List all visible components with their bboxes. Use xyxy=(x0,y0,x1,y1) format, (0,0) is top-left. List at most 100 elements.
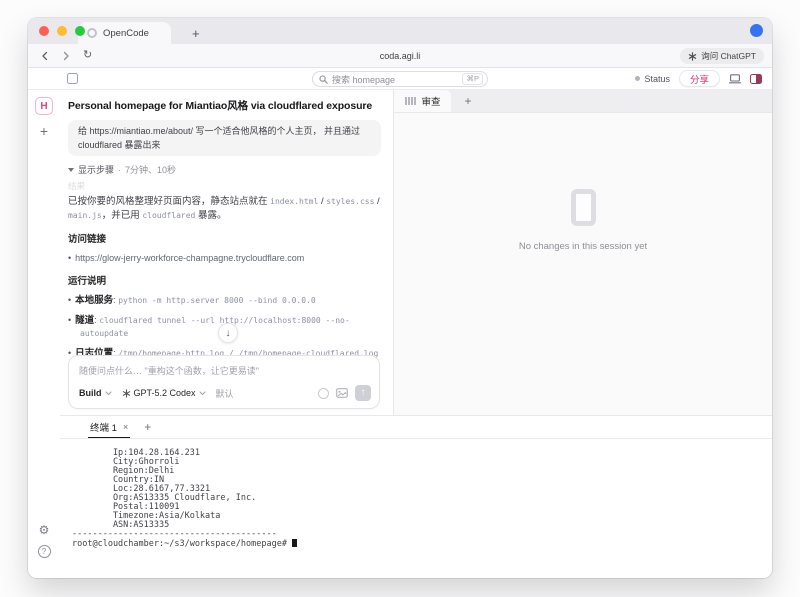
laptop-icon[interactable] xyxy=(729,74,741,84)
run-item-local-server: •本地服务: python -m http.server 8000 --bind… xyxy=(68,294,381,307)
ask-chatgpt-label: 询问 ChatGPT xyxy=(701,50,756,62)
mini-sidebar: H + ⚙ ? xyxy=(28,90,60,578)
browser-navbar: ↻ coda.agi.li 询问 ChatGPT xyxy=(28,44,772,68)
send-button[interactable]: ↑ xyxy=(355,385,371,401)
back-icon[interactable] xyxy=(41,51,49,61)
message-composer[interactable]: 随便问点什么… "重构这个函数，让它更易读" Build xyxy=(68,355,380,409)
terminal-tab-bar: 终端 1 × + xyxy=(60,416,772,439)
reply-line: main.js，并已用 cloudflared 暴露。 xyxy=(68,209,381,223)
reply-line: 已按你要的风格整理好页面内容，静态站点就在 index.html / style… xyxy=(68,195,381,209)
composer-placeholder[interactable]: 随便问点什么… "重构这个函数，让它更易读" xyxy=(79,364,369,377)
traffic-lights xyxy=(39,26,85,36)
help-icon[interactable]: ? xyxy=(38,545,51,558)
opencode-app: 搜索 homepage ⌘P Status 分享 H + xyxy=(28,68,772,578)
user-message-line: 给 https://miantiao.me/about/ 写一个适合他风格的个人… xyxy=(78,124,371,138)
separator-dot: · xyxy=(118,165,121,175)
desktop: { "browser": { "tab_title": "OpenCode", … xyxy=(0,0,800,597)
opencode-favicon-icon xyxy=(87,28,97,38)
empty-file-icon xyxy=(571,189,596,226)
right-sidebar-toggle-icon[interactable] xyxy=(750,74,762,84)
chevron-down-icon xyxy=(199,391,206,396)
review-panel: 审查 + No changes in this session yet xyxy=(393,90,772,415)
search-placeholder: 搜索 homepage xyxy=(332,73,458,86)
add-terminal-button[interactable]: + xyxy=(144,420,151,434)
empty-state-text: No changes in this session yet xyxy=(519,241,647,252)
browser-tab-strip: OpenCode + xyxy=(28,18,772,44)
status-label: Status xyxy=(644,74,670,84)
user-message-line: cloudflared 暴露出来 xyxy=(78,138,371,152)
status-indicator[interactable]: Status xyxy=(635,74,670,84)
session-title: Personal homepage for Miantiao风格 via clo… xyxy=(68,98,381,113)
terminal-panel: 终端 1 × + Ip:104.28.164.231 City:Ghorroli… xyxy=(60,415,772,578)
search-input[interactable]: 搜索 homepage ⌘P xyxy=(312,71,488,87)
toolbar-right-cluster: Status 分享 xyxy=(635,70,762,87)
review-tab-bar: 审查 + xyxy=(394,90,772,113)
add-review-tab-button[interactable]: + xyxy=(465,94,472,108)
chevron-down-icon xyxy=(68,168,74,172)
voice-input-icon[interactable] xyxy=(318,388,329,399)
tab-terminal-1[interactable]: 终端 1 × xyxy=(88,416,130,438)
app-toolbar: 搜索 homepage ⌘P Status 分享 xyxy=(28,68,772,90)
zoom-window-button[interactable] xyxy=(75,26,85,36)
preset-selector[interactable]: 默认 xyxy=(216,387,234,400)
panels-row: Personal homepage for Miantiao风格 via clo… xyxy=(60,90,772,415)
openai-logo-icon xyxy=(122,389,131,398)
chat-panel: Personal homepage for Miantiao风格 via clo… xyxy=(60,90,393,415)
code-token: python -m http.server 8000 --bind 0.0.0.… xyxy=(118,296,315,305)
reload-icon[interactable]: ↻ xyxy=(83,50,92,61)
diff-icon xyxy=(405,97,416,105)
nav-controls: ↻ xyxy=(41,50,92,61)
close-terminal-icon[interactable]: × xyxy=(123,422,128,432)
terminal-output-area[interactable]: Ip:104.28.164.231 City:Ghorroli Region:D… xyxy=(60,439,772,549)
show-steps-toggle[interactable]: 显示步骤 · 7分钟、10秒 xyxy=(68,163,381,176)
browser-profile-avatar[interactable] xyxy=(750,24,763,37)
browser-tab-opencode[interactable]: OpenCode xyxy=(78,22,171,44)
result-label: 结果 xyxy=(68,180,381,192)
minimize-window-button[interactable] xyxy=(57,26,67,36)
user-message-bubble: 给 https://miantiao.me/about/ 写一个适合他风格的个人… xyxy=(68,120,381,156)
share-button[interactable]: 分享 xyxy=(679,70,720,87)
code-token: index.html xyxy=(270,197,318,206)
sidebar-panel-icon[interactable] xyxy=(67,73,78,84)
new-tab-button[interactable]: + xyxy=(188,22,204,44)
code-token: styles.css xyxy=(326,197,374,206)
review-empty-state: No changes in this session yet xyxy=(394,113,772,415)
tab-review[interactable]: 审查 xyxy=(394,90,451,112)
terminal-output: Ip:104.28.164.231 City:Ghorroli Region:D… xyxy=(72,449,772,539)
app-logo[interactable]: H xyxy=(35,97,53,115)
terminal-cursor xyxy=(292,539,297,547)
terminal-prompt: root@cloudchamber:~/s3/workspace/homepag… xyxy=(72,539,292,549)
workspace-column: Personal homepage for Miantiao风格 via clo… xyxy=(60,90,772,578)
browser-window: OpenCode + ↻ coda.agi.li 询问 ChatGPT xyxy=(28,18,772,578)
ask-chatgpt-button[interactable]: 询问 ChatGPT xyxy=(680,48,764,64)
code-token: autoupdate xyxy=(80,329,128,338)
chatgpt-logo-icon xyxy=(688,52,697,61)
terminal-prompt-line: root@cloudchamber:~/s3/workspace/homepag… xyxy=(72,539,772,549)
access-link-heading: 访问链接 xyxy=(68,231,381,245)
close-window-button[interactable] xyxy=(39,26,49,36)
attach-image-icon[interactable] xyxy=(336,388,348,398)
forward-icon[interactable] xyxy=(62,51,70,61)
status-dot-icon xyxy=(635,76,640,81)
mode-selector[interactable]: Build xyxy=(79,388,102,398)
assistant-reply: 已按你要的风格整理好页面内容，静态站点就在 index.html / style… xyxy=(68,195,381,223)
new-session-button[interactable]: + xyxy=(40,124,48,138)
chevron-down-icon xyxy=(105,391,112,396)
search-shortcut-badge: ⌘P xyxy=(462,73,483,85)
tunnel-link[interactable]: https://glow-jerry-workforce-champagne.t… xyxy=(75,253,304,263)
composer-controls: Build GPT-5.2 C xyxy=(79,385,371,401)
address-bar[interactable]: coda.agi.li xyxy=(28,51,772,61)
down-arrow-icon: ↓ xyxy=(226,328,231,339)
show-steps-label: 显示步骤 xyxy=(78,163,114,176)
steps-duration: 7分钟、10秒 xyxy=(125,163,176,176)
tab-title: OpenCode xyxy=(103,28,149,39)
code-token: cloudflared xyxy=(142,211,195,220)
run-instructions-heading: 运行说明 xyxy=(68,273,381,287)
scroll-to-bottom-button[interactable]: ↓ xyxy=(218,323,238,343)
bullet-icon: • xyxy=(68,315,71,325)
bullet-icon: • xyxy=(68,295,71,305)
model-selector[interactable]: GPT-5.2 Codex xyxy=(134,388,196,398)
review-tab-label: 审查 xyxy=(422,94,441,108)
settings-gear-icon[interactable]: ⚙ xyxy=(39,524,50,536)
terminal-tab-label: 终端 1 xyxy=(90,420,117,434)
